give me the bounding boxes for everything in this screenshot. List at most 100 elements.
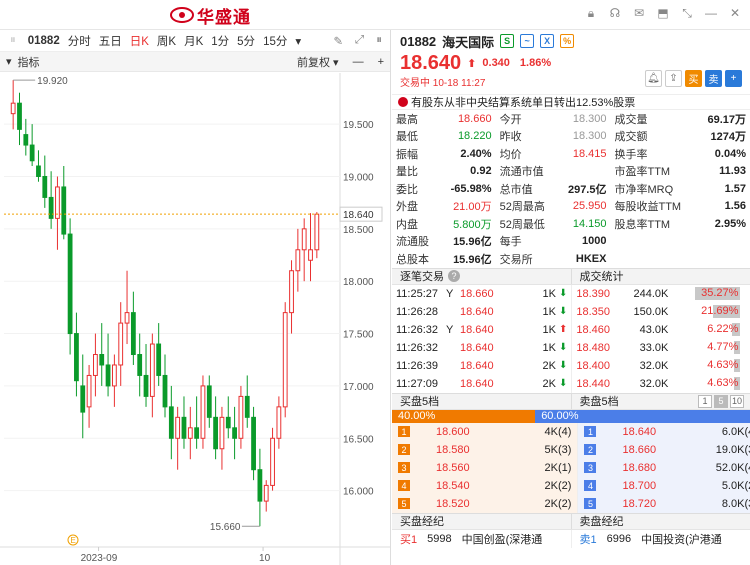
panel-toggle-right-icon[interactable]: ⏸ [376,34,382,48]
level-qty: 2K [544,497,558,510]
period-dropdown-icon[interactable]: ▾ [291,34,305,48]
shirt-icon[interactable]: ⬒ [656,6,670,20]
stat-row: 18.390 244.0K 35.27% [572,285,750,303]
close-icon[interactable]: ✕ [728,6,742,20]
quote-label: 总股本 [396,253,429,266]
tab-period-6[interactable]: 5分 [233,33,259,49]
bid-level[interactable]: 3 18.560 2K (1) [392,458,578,477]
minimize-icon[interactable]: — [704,6,718,20]
bid-list: 1 18.600 4K (4) 2 18.580 5K (3) 3 18.560 2K (1) 4 18.… [392,422,578,513]
depth-1-button[interactable]: 1 [698,394,712,408]
ask-level[interactable]: 2 18.660 19.0K(3) [578,440,750,459]
tick-flag: Y [446,287,454,300]
sell-button[interactable]: 卖 [705,70,722,87]
draw-pen-icon[interactable]: ✎ [333,34,343,48]
level-count: (2) [744,479,750,492]
level-price: 18.700 [622,479,657,492]
candle-body [23,134,29,146]
candle-body [257,469,263,502]
tab-period-0[interactable]: 分时 [64,33,95,49]
indicator-label[interactable]: 指标 [18,54,40,70]
candle-body [74,333,79,382]
ask-title: 卖盘5档 [579,396,619,408]
indicator-bar: ▾ 指标 前复权 ▾ — + [0,52,390,72]
ask-level[interactable]: 4 18.700 5.0K(2) [578,476,750,495]
candle-body [67,233,73,335]
candle-body [80,385,86,413]
level-price: 18.520 [436,497,470,510]
tab-period-5[interactable]: 1分 [207,33,233,49]
tag-percent-icon[interactable]: % [560,34,575,48]
stat-price: 18.460 [576,323,611,336]
up-arrow-icon: ⬆ [467,57,477,70]
add-watchlist-button[interactable]: + [725,70,742,87]
bid-level[interactable]: 1 18.600 4K (4) [392,422,578,441]
bid-level[interactable]: 4 18.540 2K (2) [392,476,578,495]
candle-body [314,213,320,251]
level-price: 18.660 [622,443,657,456]
sell-broker-row[interactable]: 卖1 6996 中国投资(沪港通 [572,530,750,548]
level-qty: 2K [544,461,558,474]
panel-toggle-icon[interactable]: ⏸ [6,34,20,47]
stat-price: 18.400 [576,359,611,372]
broker-id: 6996 [606,532,632,545]
kline-chart[interactable]: 19.500 19.000 18.500 18.000 17.500 17.000 16.5… [0,73,391,565]
level-qty: 2K [544,479,558,492]
quote-label: 每股收益TTM [614,201,682,214]
level-count: (3) [744,497,750,510]
level-index: 4 [398,480,410,491]
bid-level[interactable]: 2 18.580 5K (3) [392,440,578,459]
tab-period-2[interactable]: 日K [126,33,153,49]
depth-5-button[interactable]: 5 [714,394,728,408]
level-count: (1) [558,461,572,474]
ask-level[interactable]: 3 18.680 52.0K(4) [578,458,750,477]
adjust-select[interactable]: 前复权 ▾ [297,54,339,70]
tab-period-3[interactable]: 周K [153,33,180,49]
ask-level[interactable]: 1 18.640 6.0K(4) [578,422,750,441]
tag-s-icon[interactable]: S [500,34,515,48]
tab-period-7[interactable]: 15分 [259,33,291,49]
quote-value: -65.98% [450,182,492,195]
depth-10-button[interactable]: 10 [730,394,744,408]
tab-period-4[interactable]: 月K [180,33,207,49]
buy-button[interactable]: 买 [685,70,702,87]
broker-id: 5998 [427,532,452,545]
collapse-icon[interactable]: ▾ [6,55,12,68]
help-icon[interactable]: ? [448,270,460,282]
stat-bar: 35.27% [672,287,741,300]
tick-time: 11:26:28 [396,305,439,318]
level-count: (4) [744,425,750,438]
mail-icon[interactable]: ✉ [632,6,646,20]
expand-icon[interactable]: ⤢ [355,34,364,48]
quote-label: 成交量 [614,113,648,126]
headset-icon[interactable]: ☊ [608,6,622,20]
tag-x-icon[interactable]: X [540,34,555,48]
lock-icon[interactable]: 🔒︎ [584,6,598,20]
quote-value: 18.300 [572,130,607,143]
news-banner[interactable]: 有股东从非中央结算系统单日转出12.53%股票 [392,94,750,110]
candle-body [86,374,92,408]
quote-label: 52周最高 [499,201,545,214]
tag-wave-icon[interactable]: ~ [520,34,535,48]
zoom-in-icon[interactable]: + [378,56,384,68]
shrink-icon[interactable]: ⤡ [680,6,694,20]
share-icon[interactable]: ⇪ [665,70,682,87]
candle-body [42,175,48,198]
candle-body [219,416,225,450]
stat-bar: 4.77% [672,341,741,354]
chart-code: 01882 [27,34,60,47]
arrow-down-icon: ⬇ [559,342,568,353]
buy-broker-row[interactable]: 买1 5998 中国创盈(深港通 [392,530,571,548]
quote-label: 交易所 [499,253,533,266]
quote-value: 15.96亿 [453,253,492,266]
tab-period-1[interactable]: 五日 [95,33,126,49]
quote-value: 18.300 [572,112,607,125]
ask-level[interactable]: 5 18.720 8.0K(3) [578,494,750,513]
zoom-out-icon[interactable]: — [353,56,364,68]
alert-bell-icon[interactable]: 🔔︎ [645,70,662,87]
bid-level[interactable]: 5 18.520 2K (2) [392,494,578,513]
brand-logo: 华盛通 [170,5,251,27]
candle-body [213,416,219,450]
stat-volume: 32.0K [639,359,669,372]
quote-label: 股息率TTM [614,218,671,231]
